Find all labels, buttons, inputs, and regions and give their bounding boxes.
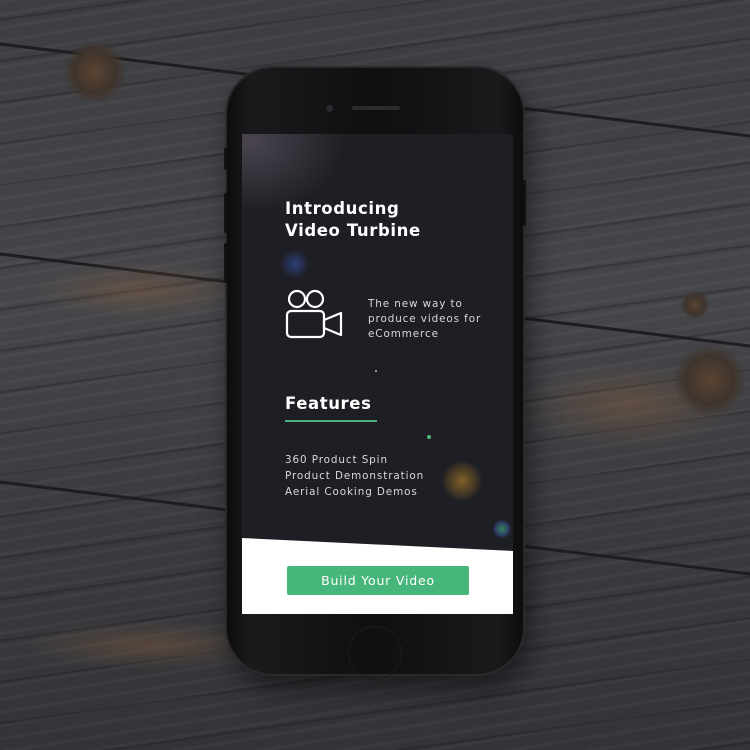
light-speck — [427, 435, 431, 439]
tagline-line: eCommerce — [368, 328, 439, 340]
hero-title: Introducing Video Turbine — [285, 198, 421, 242]
lens-flare — [493, 520, 511, 538]
hero-title-line: Introducing — [285, 199, 400, 218]
hero-title-line: Video Turbine — [285, 221, 421, 240]
wood-grain — [30, 260, 250, 320]
video-camera-icon — [285, 289, 343, 339]
volume-down-button — [224, 243, 227, 283]
app-screen: Introducing Video Turbine The new way to… — [242, 134, 513, 614]
lens-flare — [442, 461, 482, 501]
lens-flare — [280, 249, 310, 279]
volume-up-button — [224, 193, 227, 233]
earpiece-speaker — [352, 106, 400, 110]
build-your-video-button[interactable]: Build Your Video — [287, 566, 469, 595]
hero-tagline: The new way to produce videos for eComme… — [368, 297, 481, 342]
home-button — [348, 626, 402, 680]
wood-knot — [60, 42, 130, 102]
features-underline — [285, 420, 377, 422]
mute-switch — [224, 148, 227, 170]
list-item: Product Demonstration — [285, 470, 425, 482]
list-item: 360 Product Spin — [285, 454, 388, 466]
features-heading: Features — [285, 394, 372, 413]
phone-device: Introducing Video Turbine The new way to… — [224, 68, 526, 674]
wood-knot — [680, 290, 710, 320]
tagline-line: The new way to — [368, 298, 463, 310]
light-speck — [375, 370, 377, 372]
front-camera — [326, 105, 333, 112]
wood-knot — [675, 340, 745, 420]
power-button — [523, 180, 526, 226]
tagline-line: produce videos for — [368, 313, 482, 325]
list-item: Aerial Cooking Demos — [285, 486, 418, 498]
features-list: 360 Product Spin Product Demonstration A… — [285, 452, 424, 500]
